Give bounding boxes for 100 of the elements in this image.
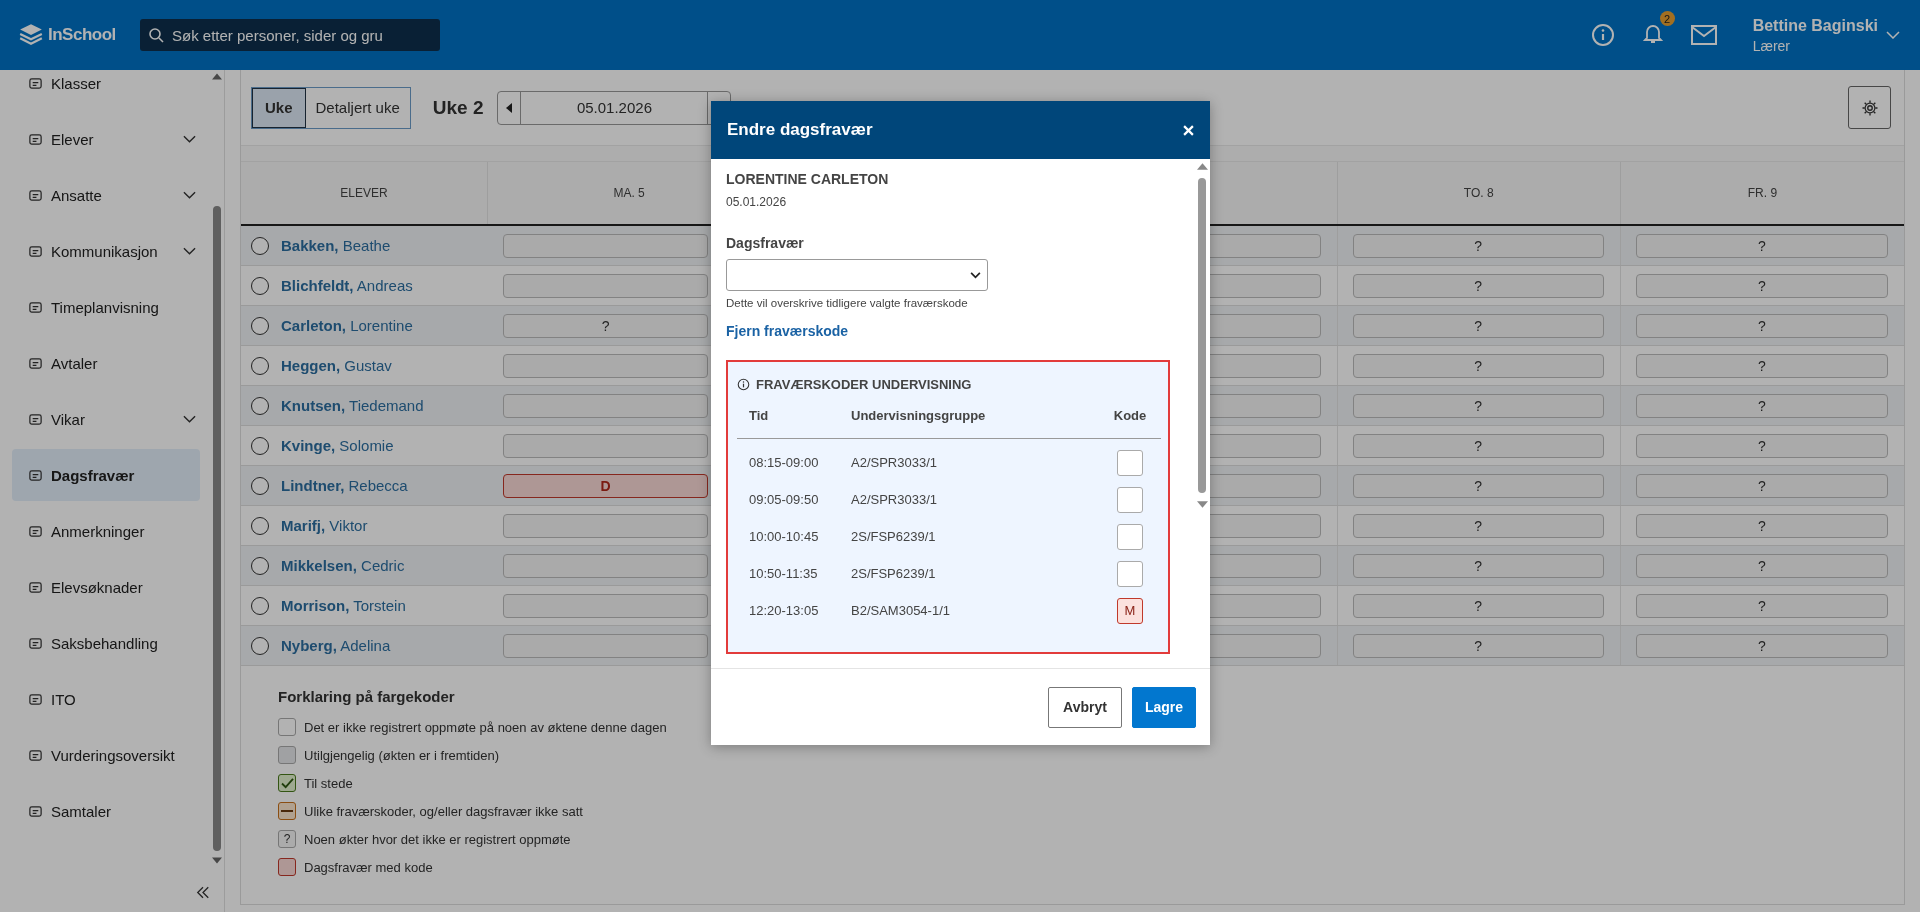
legend-label: Det er ikke registrert oppmøte på noen av øktene denne dagen (304, 719, 667, 735)
attendance-cell[interactable]: ? (1352, 433, 1604, 458)
column-header: FR. 9 (1747, 186, 1778, 200)
view-tab[interactable]: Uke (252, 87, 306, 128)
student-name-link[interactable]: Nyberg, Adelina (281, 637, 391, 654)
close-icon[interactable] (1183, 124, 1194, 136)
legend-swatch: ? (278, 830, 296, 848)
attendance-cell[interactable] (503, 353, 709, 378)
attendance-cell[interactable] (503, 593, 709, 618)
student-name-link[interactable]: Heggen, Gustav (281, 357, 392, 374)
scroll-up-arrow-icon[interactable] (1196, 163, 1208, 170)
attendance-cell[interactable]: ? (1635, 233, 1888, 258)
sidebar-item[interactable]: Avtaler (12, 335, 200, 391)
scroll-down-arrow-icon[interactable] (212, 857, 222, 864)
student-name-link[interactable]: Knutsen, Tiedemand (281, 397, 424, 414)
attendance-cell[interactable] (503, 233, 709, 258)
attendance-cell[interactable]: ? (1635, 313, 1888, 338)
sidebar-item[interactable]: Samtaler (12, 783, 200, 839)
search-field[interactable]: Søk etter personer, sider og gru (140, 19, 440, 51)
chevron-down-icon[interactable] (970, 272, 981, 279)
sidebar-item[interactable]: Ansatte (12, 167, 200, 223)
student-name-link[interactable]: Marifj, Viktor (281, 517, 368, 534)
column-header: Undervisningsgruppe (851, 407, 987, 423)
info-icon[interactable] (1590, 23, 1615, 47)
row-checkbox[interactable] (251, 596, 269, 615)
attendance-cell[interactable]: ? (1352, 313, 1604, 338)
student-name-link[interactable]: Blichfeldt, Andreas (281, 277, 413, 294)
student-name-link[interactable]: Carleton, Lorentine (281, 317, 413, 334)
row-checkbox[interactable] (251, 236, 269, 255)
chevron-down-icon[interactable] (183, 135, 196, 143)
attendance-cell[interactable]: ? (1635, 393, 1888, 418)
row-checkbox[interactable] (251, 636, 269, 655)
attendance-cell[interactable]: ? (1352, 233, 1604, 258)
student-name-link[interactable]: Bakken, Beathe (281, 237, 391, 254)
attendance-cell[interactable] (503, 633, 709, 658)
student-name-link[interactable]: Mikkelsen, Cedric (281, 557, 405, 574)
attendance-cell[interactable]: ? (1352, 513, 1604, 538)
student-name-link[interactable]: Kvinge, Solomie (281, 437, 394, 454)
sidebar-item[interactable]: Saksbehandling (12, 615, 200, 671)
lesson-time: 09:05-09:50 (748, 492, 820, 507)
row-checkbox[interactable] (251, 356, 269, 375)
row-checkbox[interactable] (251, 436, 269, 455)
chevron-down-icon[interactable] (183, 247, 196, 255)
attendance-cell[interactable]: ? (1635, 433, 1888, 458)
sidebar-item[interactable]: ITO (12, 671, 200, 727)
settings-button[interactable] (1848, 86, 1891, 129)
attendance-cell[interactable]: ? (1352, 633, 1604, 658)
attendance-cell[interactable]: D (503, 473, 709, 498)
remove-code-link[interactable]: Fjern fraværskode (726, 323, 849, 339)
chevron-down-icon[interactable] (183, 191, 196, 199)
sidebar-item[interactable]: Elevsøknader (12, 559, 200, 615)
legend-swatch (278, 774, 296, 792)
sidebar-item[interactable]: Kommunikasjon (12, 223, 200, 279)
sidebar-item[interactable]: Klasser (12, 70, 200, 111)
absence-code-box[interactable]: M (1117, 597, 1143, 624)
lesson-time: 10:00-10:45 (748, 529, 820, 544)
lesson-group: 2S/FSP6239/1 (851, 566, 1099, 581)
attendance-cell[interactable] (503, 513, 709, 538)
sidebar-item[interactable]: Dagsfravær (12, 449, 200, 501)
collapse-sidebar-icon[interactable] (196, 885, 210, 899)
sidebar-item[interactable]: Anmerkninger (12, 503, 200, 559)
attendance-cell[interactable]: ? (1635, 593, 1888, 618)
attendance-cell[interactable]: ? (1352, 273, 1604, 298)
attendance-cell[interactable]: ? (1352, 473, 1604, 498)
sidebar-item[interactable]: Vikar (12, 391, 200, 447)
student-name-link[interactable]: Morrison, Torstein (281, 597, 406, 614)
mail-icon[interactable] (1690, 25, 1717, 45)
attendance-cell[interactable]: ? (1635, 273, 1888, 298)
attendance-cell[interactable]: ? (1635, 553, 1888, 578)
row-checkbox[interactable] (251, 556, 269, 575)
sidebar-item[interactable]: Elever (12, 111, 200, 167)
scroll-up-arrow-icon[interactable] (212, 73, 222, 80)
previous-icon[interactable] (506, 102, 513, 113)
scroll-down-arrow-icon[interactable] (1196, 501, 1208, 508)
row-checkbox[interactable] (251, 476, 269, 495)
attendance-cell[interactable]: ? (1635, 473, 1888, 498)
attendance-cell[interactable]: ? (1352, 593, 1604, 618)
sidebar-item[interactable]: Timeplanvisning (12, 279, 200, 335)
attendance-cell[interactable]: ? (1352, 553, 1604, 578)
row-checkbox[interactable] (251, 396, 269, 415)
chevron-down-icon[interactable] (183, 415, 196, 423)
row-checkbox[interactable] (251, 516, 269, 535)
save-button[interactable]: Lagre (1131, 686, 1196, 728)
attendance-cell[interactable] (503, 273, 709, 298)
attendance-cell[interactable] (503, 553, 709, 578)
sidebar-item[interactable]: Vurderingsoversikt (12, 727, 200, 783)
attendance-cell[interactable]: ? (503, 313, 709, 338)
row-checkbox[interactable] (251, 316, 269, 335)
cancel-button[interactable]: Avbryt (1048, 686, 1122, 728)
student-name-link[interactable]: Lindtner, Rebecca (281, 477, 408, 494)
user-name[interactable]: Bettine Baginski (1752, 16, 1878, 35)
attendance-cell[interactable]: ? (1635, 513, 1888, 538)
row-checkbox[interactable] (251, 276, 269, 295)
attendance-cell[interactable] (503, 433, 709, 458)
attendance-cell[interactable]: ? (1635, 633, 1888, 658)
legend-label: Noen økter hvor det ikke er registrert oppmøte (304, 831, 571, 847)
attendance-cell[interactable] (503, 393, 709, 418)
attendance-cell[interactable]: ? (1635, 353, 1888, 378)
attendance-cell[interactable]: ? (1352, 353, 1604, 378)
attendance-cell[interactable]: ? (1352, 393, 1604, 418)
